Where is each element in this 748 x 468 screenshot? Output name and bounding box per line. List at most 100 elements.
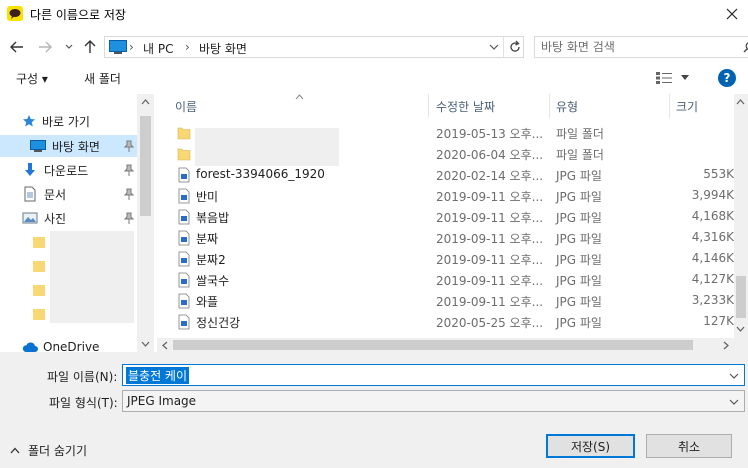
organize-menu[interactable]: 구성 ▾ <box>16 70 48 87</box>
save-button[interactable]: 저장(S) <box>546 434 635 458</box>
nav-item-label: 다운로드 <box>44 163 89 178</box>
download-arrow-icon <box>25 163 35 176</box>
chevron-down-icon[interactable] <box>729 399 739 405</box>
close-icon <box>726 8 738 20</box>
scroll-down-icon[interactable] <box>736 326 745 332</box>
file-size: 3,233K <box>691 293 734 307</box>
forward-button[interactable] <box>34 36 56 58</box>
filename-field[interactable]: 블충전 케이 <box>122 364 745 386</box>
folder-icon[interactable] <box>32 259 46 273</box>
nav-item-pictures[interactable]: 사진 <box>22 207 140 229</box>
view-options-button[interactable] <box>654 70 694 86</box>
file-date: 2019-09-11 오후... <box>436 274 544 288</box>
hide-folders-button[interactable]: 폴더 숨기기 <box>10 442 87 458</box>
file-size: 4,316K <box>691 230 734 244</box>
chevron-down-icon <box>65 44 73 49</box>
refresh-icon[interactable] <box>508 40 522 54</box>
chevron-down-icon[interactable] <box>729 373 739 379</box>
address-bar[interactable]: › 내 PC › 바탕 화면 <box>104 36 524 58</box>
table-row[interactable]: 볶음밥 2019-09-11 오후... JPG 파일 4,168K <box>157 206 734 227</box>
cancel-button[interactable]: 취소 <box>646 434 732 458</box>
nav-item-documents[interactable]: 문서 <box>22 183 140 205</box>
breadcrumb-this-pc[interactable]: 내 PC <box>143 40 173 57</box>
redacted-folder-names <box>50 231 134 323</box>
back-button[interactable] <box>6 36 28 58</box>
forward-arrow-icon <box>39 41 52 53</box>
quick-access-item[interactable]: 바로 가기 <box>22 111 90 131</box>
recent-locations-button[interactable] <box>62 36 76 58</box>
column-header-type[interactable]: 유형 <box>556 94 578 118</box>
file-type: JPG 파일 <box>556 295 602 309</box>
scrollbar-thumb[interactable] <box>173 340 693 350</box>
column-header-modified[interactable]: 수정한 날짜 <box>436 94 495 118</box>
jpg-file-icon <box>178 251 190 267</box>
scroll-up-icon[interactable] <box>141 99 150 105</box>
jpg-file-icon <box>178 230 190 246</box>
table-row[interactable]: 분짜 2019-09-11 오후... JPG 파일 4,316K <box>157 227 734 248</box>
filetype-label: 파일 형식(T): <box>49 396 118 410</box>
folder-icon <box>177 148 191 161</box>
column-header-size[interactable]: 크기 <box>676 94 698 118</box>
document-icon <box>24 186 36 202</box>
column-name-label: 이름 <box>175 99 198 114</box>
file-date: 2019-09-11 오후... <box>436 253 544 267</box>
filename-input-value[interactable]: 블충전 케이 <box>126 367 190 384</box>
breadcrumb-desktop[interactable]: 바탕 화면 <box>199 40 247 57</box>
close-button[interactable] <box>718 2 746 26</box>
file-size: 127K <box>703 314 734 328</box>
file-name: 정신건강 <box>196 316 241 330</box>
desktop-icon <box>109 40 127 54</box>
new-folder-button[interactable]: 새 폴더 <box>84 70 121 87</box>
jpg-file-icon <box>178 293 190 309</box>
folder-icon[interactable] <box>32 283 46 297</box>
help-button[interactable]: ? <box>718 69 736 87</box>
horizontal-scrollbar[interactable] <box>157 338 748 352</box>
scroll-left-icon[interactable] <box>162 341 168 350</box>
file-name: forest-3394066_1920 <box>196 167 325 181</box>
table-row[interactable]: 와플 2019-09-11 오후... JPG 파일 3,233K <box>157 290 734 311</box>
table-row[interactable]: forest-3394066_1920 2020-02-14 오후... JPG 파… <box>157 164 734 185</box>
filetype-select[interactable]: JPEG Image <box>122 390 745 412</box>
caret-down-icon <box>681 75 689 80</box>
nav-item-label: 사진 <box>44 211 67 226</box>
nav-item-desktop[interactable]: 바탕 화면 <box>0 135 140 157</box>
column-divider[interactable] <box>428 94 429 118</box>
column-divider[interactable] <box>549 94 550 118</box>
table-row[interactable]: 반미 2019-09-11 오후... JPG 파일 3,994K <box>157 185 734 206</box>
scroll-down-icon[interactable] <box>141 341 150 347</box>
pictures-icon <box>22 212 38 224</box>
file-type: JPG 파일 <box>556 169 602 183</box>
column-divider[interactable] <box>669 94 670 118</box>
up-button[interactable] <box>80 36 100 58</box>
search-input[interactable] <box>541 39 721 55</box>
scrollbar-thumb[interactable] <box>140 116 151 216</box>
divider <box>503 37 504 57</box>
redacted-folder-names <box>195 128 339 166</box>
nav-item-onedrive[interactable]: OneDrive <box>22 337 99 352</box>
table-row[interactable]: 정신건강 2020-05-25 오후... JPG 파일 127K <box>157 311 734 332</box>
file-list-scrollbar[interactable] <box>734 94 748 338</box>
scroll-right-icon[interactable] <box>723 341 729 350</box>
pin-icon <box>124 164 134 176</box>
nav-item-label: 바탕 화면 <box>52 139 100 154</box>
folder-icon <box>177 127 191 140</box>
folder-icon[interactable] <box>32 235 46 249</box>
scrollbar-thumb[interactable] <box>736 276 746 318</box>
table-row[interactable]: 쌀국수 2019-09-11 오후... JPG 파일 4,127K <box>157 269 734 290</box>
filename-label: 파일 이름(N): <box>47 370 118 384</box>
table-row[interactable]: 분짜2 2019-09-11 오후... JPG 파일 4,146K <box>157 248 734 269</box>
address-dropdown-icon[interactable] <box>489 44 499 51</box>
star-icon <box>23 115 35 127</box>
search-icon <box>743 42 748 53</box>
chevron-up-icon <box>10 447 20 453</box>
jpg-file-icon <box>178 272 190 288</box>
hide-folders-label: 폴더 숨기기 <box>28 443 88 458</box>
nav-scrollbar[interactable] <box>137 94 154 352</box>
search-box[interactable] <box>534 36 748 58</box>
folder-icon[interactable] <box>32 307 46 321</box>
jpg-file-icon <box>178 209 190 225</box>
scroll-up-icon[interactable] <box>736 99 745 105</box>
column-header-name[interactable]: 이름 <box>175 94 197 118</box>
navigation-pane: 바로 가기 바탕 화면 다운로드 문서 사진 OneDrive <box>0 94 154 352</box>
nav-item-downloads[interactable]: 다운로드 <box>22 159 140 181</box>
